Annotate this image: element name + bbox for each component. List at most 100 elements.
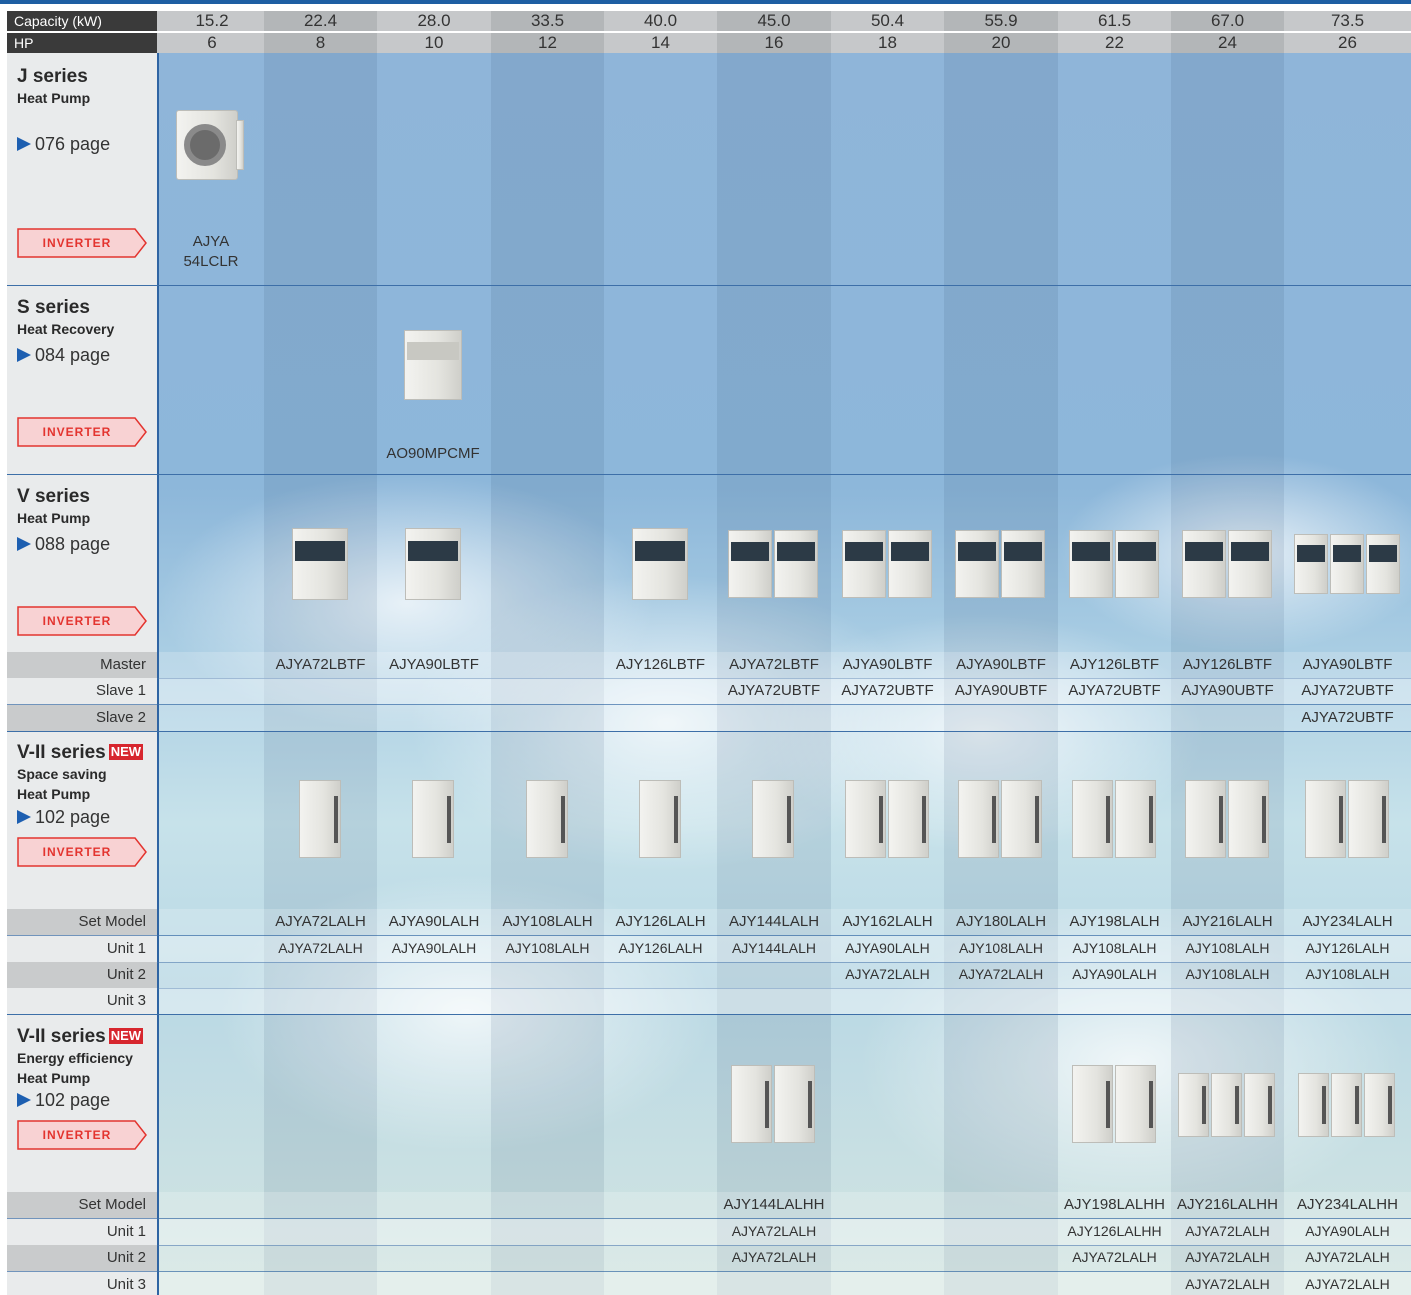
v2-energy-outdoor-unit-image xyxy=(1178,1073,1209,1137)
v2-space-outdoor-unit-image xyxy=(1072,780,1113,858)
v2-space-outdoor-unit-image xyxy=(1228,780,1269,858)
v2e-unit1-row-label: Unit 1 xyxy=(7,1219,157,1245)
hp-value: 6 xyxy=(207,33,217,52)
v2s-unit1-row-cell: AJY108LALH xyxy=(1072,940,1157,956)
v2s-unit1-row-cell: AJY126LALH xyxy=(618,940,703,956)
v2-energy-heading: V-II series NEW Energy efficiency Heat Pu… xyxy=(17,1026,144,1088)
s-series-outdoor-unit-image xyxy=(404,330,462,400)
hp-header-row: HP 6 8 10 12 14 16 18 20 22 24 26 xyxy=(7,33,1411,53)
v-master-row-cell: AJYA90LBTF xyxy=(389,656,479,673)
v2e-unit3-row-cell: AJYA72LALH xyxy=(1185,1276,1270,1292)
v2-energy-outdoor-unit-image xyxy=(1072,1065,1113,1143)
capacity-value: 45.0 xyxy=(717,11,831,31)
capacity-value: 15.2 xyxy=(195,11,229,30)
v-series-outdoor-unit-image xyxy=(1115,530,1159,598)
s-series-model: AO90MPCMF xyxy=(386,445,480,462)
v-slave1-row-cell: AJYA72UBTF xyxy=(841,682,934,699)
v2s-unit2-row-cell: AJY108LALH xyxy=(1305,966,1390,982)
v2-energy-subtitle-1: Energy efficiency xyxy=(17,1050,133,1066)
v2s-unit2-row-cell: AJY108LALH xyxy=(1185,966,1270,982)
v-slave2-row-band xyxy=(159,705,1411,731)
v2s-unit1-row-label: Unit 1 xyxy=(7,936,157,962)
v-series-outdoor-unit-image xyxy=(1330,534,1364,594)
v-series-outdoor-unit-image xyxy=(1182,530,1226,598)
v-series-page-link[interactable]: 088 page xyxy=(17,534,110,555)
v-master-row-cell: AJY126LBTF xyxy=(1182,656,1273,673)
v2e-unit1-row-cell: AJYA90LALH xyxy=(1305,1223,1390,1239)
v-series-heading: V series Heat Pump xyxy=(17,486,90,528)
v-slave1-row-cell: AJYA90UBTF xyxy=(954,682,1048,699)
hp-value: 24 xyxy=(1171,33,1284,53)
v-slave2-row-label: Slave 2 xyxy=(7,705,157,731)
v2-space-outdoor-unit-image xyxy=(1115,780,1156,858)
v2s-unit1-row-cell: AJYA72LALH xyxy=(278,940,363,956)
v-series-outdoor-unit-image xyxy=(1228,530,1272,598)
arrow-icon xyxy=(17,348,31,362)
v-master-row-cell: AJY126LBTF xyxy=(1069,656,1160,673)
v2s-set-model-row-cell: AJY216LALH xyxy=(1182,913,1273,930)
v2e-unit3-row-label: Unit 3 xyxy=(7,1272,157,1295)
hp-value: 8 xyxy=(264,33,377,53)
capacity-value: 61.5 xyxy=(1097,11,1132,30)
v2s-set-model-row-cell: AJY126LALH xyxy=(615,913,706,930)
v-series-outdoor-unit-image xyxy=(292,528,348,600)
v-series-outdoor-unit-image xyxy=(1294,534,1328,594)
j-series-title: J series xyxy=(17,66,88,87)
v-series-outdoor-unit-image xyxy=(774,530,818,598)
v2s-unit1-row-cell: AJYA90LALH xyxy=(391,940,477,956)
v2-space-outdoor-unit-image xyxy=(1185,780,1226,858)
v2-space-title: V-II series xyxy=(17,742,106,763)
arrow-icon xyxy=(17,137,31,151)
v-master-row-cell: AJYA90LBTF xyxy=(956,656,1046,673)
capacity-value: 40.0 xyxy=(643,11,678,30)
v2e-set-model-row-cell: AJY198LALHH xyxy=(1064,1196,1165,1213)
j-series-page-link[interactable]: 076 page xyxy=(17,134,110,155)
capacity-value: 55.9 xyxy=(944,11,1058,31)
v2e-set-model-row-label: Set Model xyxy=(7,1192,157,1218)
v-series-outdoor-unit-image xyxy=(728,530,772,598)
v2-energy-outdoor-unit-image xyxy=(774,1065,815,1143)
hp-value: 16 xyxy=(717,33,831,53)
arrow-icon xyxy=(17,810,31,824)
hp-value: 10 xyxy=(424,33,444,52)
v2-energy-title: V-II series xyxy=(17,1026,106,1047)
v2s-unit1-row-cell: AJY126LALH xyxy=(1305,940,1390,956)
j-series-heading: J series Heat Pump xyxy=(17,66,90,108)
v2s-set-model-row-cell: AJYA90LALH xyxy=(388,913,480,930)
s-series-title: S series xyxy=(17,297,90,318)
v2s-unit2-row-label: Unit 2 xyxy=(7,962,157,988)
hp-value: 12 xyxy=(491,33,604,53)
v2s-unit3-row-band xyxy=(159,988,1411,1014)
v2-space-outdoor-unit-image xyxy=(1305,780,1346,858)
v2-space-page-link[interactable]: 102 page xyxy=(17,807,110,828)
v2e-unit1-row-cell: AJYA72LALH xyxy=(731,1223,817,1239)
v2s-unit2-row-cell: AJYA72LALH xyxy=(845,966,930,982)
v-master-row-cell: AJYA90LBTF xyxy=(842,656,933,673)
j-series-outdoor-unit-image xyxy=(176,110,244,184)
v-series-inverter-badge: INVERTER xyxy=(17,606,147,636)
hp-value: 18 xyxy=(878,33,897,52)
v-slave2-row-cell: AJYA72UBTF xyxy=(1301,709,1394,726)
v2-space-heading: V-II series NEW Space saving Heat Pump xyxy=(17,742,144,804)
v-slave1-row-cell: AJYA90UBTF xyxy=(1181,682,1274,699)
s-series-inverter-badge: INVERTER xyxy=(17,417,147,447)
hp-value: 14 xyxy=(651,33,670,52)
hp-value: 22 xyxy=(1105,33,1124,52)
v2-energy-outdoor-unit-image xyxy=(1244,1073,1275,1137)
v2-energy-outdoor-unit-image xyxy=(1298,1073,1329,1137)
j-series-model-line-2: 54LCLR xyxy=(183,253,239,270)
s-series-page-link[interactable]: 084 page xyxy=(17,345,110,366)
j-series-model-line-1: AJYA xyxy=(192,233,230,250)
v2s-unit2-row-cell: AJYA72LALH xyxy=(958,966,1044,982)
capacity-value: 22.4 xyxy=(264,11,377,31)
arrow-icon xyxy=(17,537,31,551)
new-badge: NEW xyxy=(108,744,144,760)
v-series-outdoor-unit-image xyxy=(632,528,688,600)
v2e-unit2-row-cell: AJYA72LALH xyxy=(1072,1249,1157,1265)
v2e-unit1-row-cell: AJY126LALHH xyxy=(1067,1223,1162,1239)
hp-label: HP xyxy=(7,33,157,53)
v2e-unit1-row-cell: AJYA72LALH xyxy=(1185,1223,1270,1239)
capacity-value: 67.0 xyxy=(1171,11,1284,31)
v2-energy-page-link[interactable]: 102 page xyxy=(17,1090,110,1111)
v2s-set-model-row-cell: AJY180LALH xyxy=(955,913,1047,930)
